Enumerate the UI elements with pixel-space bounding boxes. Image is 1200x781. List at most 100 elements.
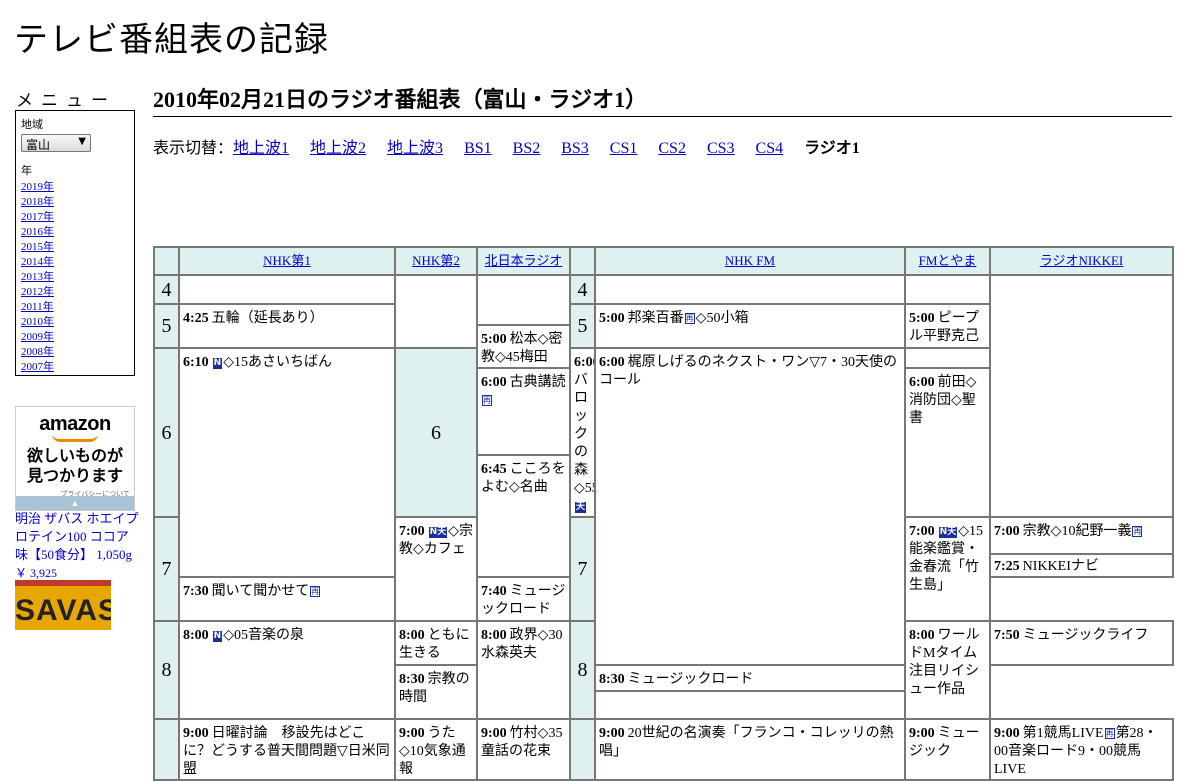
program-time: 9:00	[599, 726, 625, 741]
switch-link-bs2[interactable]: BS2	[513, 140, 541, 157]
program-cell[interactable]: 7:50 ミュージックライフ	[989, 620, 1174, 666]
product-image-text: SAVAS	[15, 594, 111, 627]
switch-link-cs1[interactable]: CS1	[610, 140, 638, 157]
switch-current-radio1: ラジオ1	[804, 140, 860, 157]
program-cell[interactable]: 5:00 ピープル平野克己	[904, 303, 991, 349]
program-cell[interactable]: 6:45 こころをよむ◇名曲	[476, 454, 571, 578]
switch-link-terrestrial3[interactable]: 地上波3	[387, 140, 443, 157]
program-cell-empty	[989, 274, 1174, 518]
program-cell[interactable]: 6:00 梶原しげるのネクスト・ワン▽7・30天使のコール	[594, 347, 906, 666]
program-title: ◇15あさいちばん	[223, 355, 332, 370]
year-link[interactable]: 2016年	[21, 226, 54, 238]
year-link[interactable]: 2008年	[21, 346, 54, 358]
hour-cell: 6	[153, 347, 180, 518]
program-cell[interactable]: 7:25 NIKKEIナビ	[989, 553, 1174, 578]
year-link[interactable]: 2010年	[21, 316, 54, 328]
program-cell[interactable]: 8:00 N ◇05音楽の泉	[178, 620, 396, 720]
program-title: 邦楽百番	[627, 311, 684, 326]
menu-box: 地域 富山 ▼ 年 2019年 2018年 2017年 2016年 2015年 …	[15, 110, 135, 376]
program-cell[interactable]: 5:00 邦楽百番再 ◇50小箱	[594, 303, 906, 349]
product-image[interactable]: SAVAS	[15, 580, 111, 630]
channel-header: ラジオNIKKEI	[989, 246, 1174, 276]
hour-cell: 8	[569, 620, 596, 720]
year-link[interactable]: 2015年	[21, 241, 54, 253]
year-link[interactable]: 2019年	[21, 181, 54, 193]
program-cell-empty	[594, 274, 906, 305]
program-title: 梶原しげるのネクスト・ワン▽7・30天使のコール	[599, 355, 898, 388]
program-cell[interactable]: 8:00 ともに生きる	[394, 620, 478, 666]
switch-link-bs3[interactable]: BS3	[561, 140, 589, 157]
switch-link-cs3[interactable]: CS3	[707, 140, 735, 157]
product-title[interactable]: 明治 ザバス ホエイプロテイン100 ココア味【50食分】 1,050g	[15, 511, 139, 562]
program-cell[interactable]: 5:00 松本◇密教◇45梅田	[476, 324, 571, 369]
program-cell[interactable]: 8:00 政界◇30水森英夫	[476, 620, 571, 720]
year-link[interactable]: 2017年	[21, 211, 54, 223]
year-list: 2019年 2018年 2017年 2016年 2015年 2014年 2013…	[21, 180, 129, 375]
channel-link-nhkfm[interactable]: NHK FM	[725, 253, 775, 268]
news-weather-icon: N天	[938, 527, 958, 538]
year-link[interactable]: 2014年	[21, 256, 54, 268]
year-link[interactable]: 2012年	[21, 286, 54, 298]
program-cell[interactable]: 6:00 前田◇消防団◇聖書	[904, 367, 991, 518]
program-cell[interactable]: 7:00 N天 ◇15能楽鑑賞・金春流「竹生島」	[904, 516, 991, 622]
program-cell[interactable]: 8:30 ミュージックロード	[594, 664, 906, 692]
product-link[interactable]: 明治 ザバス ホエイプロテイン100 ココア味【50食分】 1,050g ￥ 3…	[15, 510, 140, 582]
rerun-icon: 再	[1132, 526, 1143, 537]
program-time: 9:00	[481, 726, 507, 741]
program-cell[interactable]: 4:25 五輪（延長あり）	[178, 303, 396, 349]
program-time: 5:00	[481, 332, 507, 347]
program-title: 20世紀の名演奏「フランコ・コレッリの熱唱」	[599, 726, 894, 759]
program-time: 7:00	[994, 524, 1020, 539]
channel-link-fmtoyama[interactable]: FMとやま	[919, 253, 977, 268]
rerun-icon: 再	[310, 586, 321, 597]
channel-link-knb[interactable]: 北日本ラジオ	[485, 253, 563, 268]
hour-cell: 4	[153, 274, 180, 305]
year-link[interactable]: 2013年	[21, 271, 54, 283]
program-title: ◇05音楽の泉	[223, 628, 304, 643]
program-cell[interactable]: 7:00 宗教◇10紀野一義再	[989, 516, 1174, 555]
program-cell[interactable]: 7:00 N天 ◇宗教◇カフェ	[394, 516, 478, 622]
channel-header: NHK FM	[594, 246, 906, 276]
channel-link-nikkei[interactable]: ラジオNIKKEI	[1040, 253, 1124, 268]
program-cell[interactable]: 7:30 聞いて聞かせて再	[178, 576, 396, 622]
program-cell[interactable]: 9:00 日曜討論 移設先はどこに？どうする普天間問題▽日米同盟	[178, 718, 396, 781]
switch-link-cs4[interactable]: CS4	[756, 140, 784, 157]
program-cell[interactable]: 9:00 竹村◇35童話の花束	[476, 718, 571, 781]
switch-link-bs1[interactable]: BS1	[464, 140, 492, 157]
region-select[interactable]: 富山 ▼	[21, 134, 91, 152]
year-link[interactable]: 2009年	[21, 331, 54, 343]
program-cell[interactable]: 6:10 N ◇15あさいちばん	[178, 347, 396, 578]
program-title: 聞いて聞かせて	[211, 584, 310, 599]
ad-copy-line2: 見つかります	[26, 466, 123, 485]
program-cell[interactable]: 6:00 古典講読再	[476, 367, 571, 456]
hour-cell: 8	[153, 620, 180, 720]
switch-link-terrestrial2[interactable]: 地上波2	[310, 140, 366, 157]
channel-link-nhk1[interactable]: NHK第1	[263, 253, 311, 268]
program-cell[interactable]: 9:00 うた◇10気象通報	[394, 718, 478, 781]
program-time: 8:30	[599, 672, 625, 687]
program-cell-empty	[476, 274, 571, 326]
dropdown-arrow-icon: ▼	[78, 136, 86, 147]
switch-link-cs2[interactable]: CS2	[658, 140, 686, 157]
program-time: 9:00	[183, 726, 209, 741]
program-time: 9:00	[994, 726, 1020, 741]
hour-cell: 4	[569, 274, 596, 305]
program-time: 6:00	[599, 355, 625, 370]
hour-header-corner	[569, 246, 596, 276]
year-link[interactable]: 2007年	[21, 361, 54, 373]
program-cell[interactable]: 8:00 ワールドMタイム注目リイシュー作品	[904, 620, 991, 720]
switch-link-terrestrial1[interactable]: 地上波1	[233, 140, 289, 157]
program-cell-empty	[178, 274, 396, 305]
program-cell[interactable]: 9:00 20世紀の名演奏「フランコ・コレッリの熱唱」	[594, 718, 906, 781]
year-link[interactable]: 2018年	[21, 196, 54, 208]
program-cell[interactable]: 8:30 宗教の時間	[394, 664, 478, 720]
channel-link-nhk2[interactable]: NHK第2	[412, 253, 460, 268]
program-cell[interactable]: 7:40 ミュージックロード	[476, 576, 571, 622]
program-cell[interactable]: 6:00 バロックの森◇55 天	[569, 347, 596, 518]
ad-expand-icon[interactable]: ▲	[16, 496, 134, 510]
channel-header: NHK第2	[394, 246, 478, 276]
year-link[interactable]: 2011年	[21, 301, 54, 313]
program-cell[interactable]: 9:00 ミュージック	[904, 718, 991, 781]
amazon-ad-banner[interactable]: amazon 欲しいものが 見つかります プライバシーについて ▲	[15, 406, 135, 511]
program-cell[interactable]: 9:00 第1競馬LIVE 再第28・00音楽ロード9・00競馬LIVE	[989, 718, 1174, 781]
